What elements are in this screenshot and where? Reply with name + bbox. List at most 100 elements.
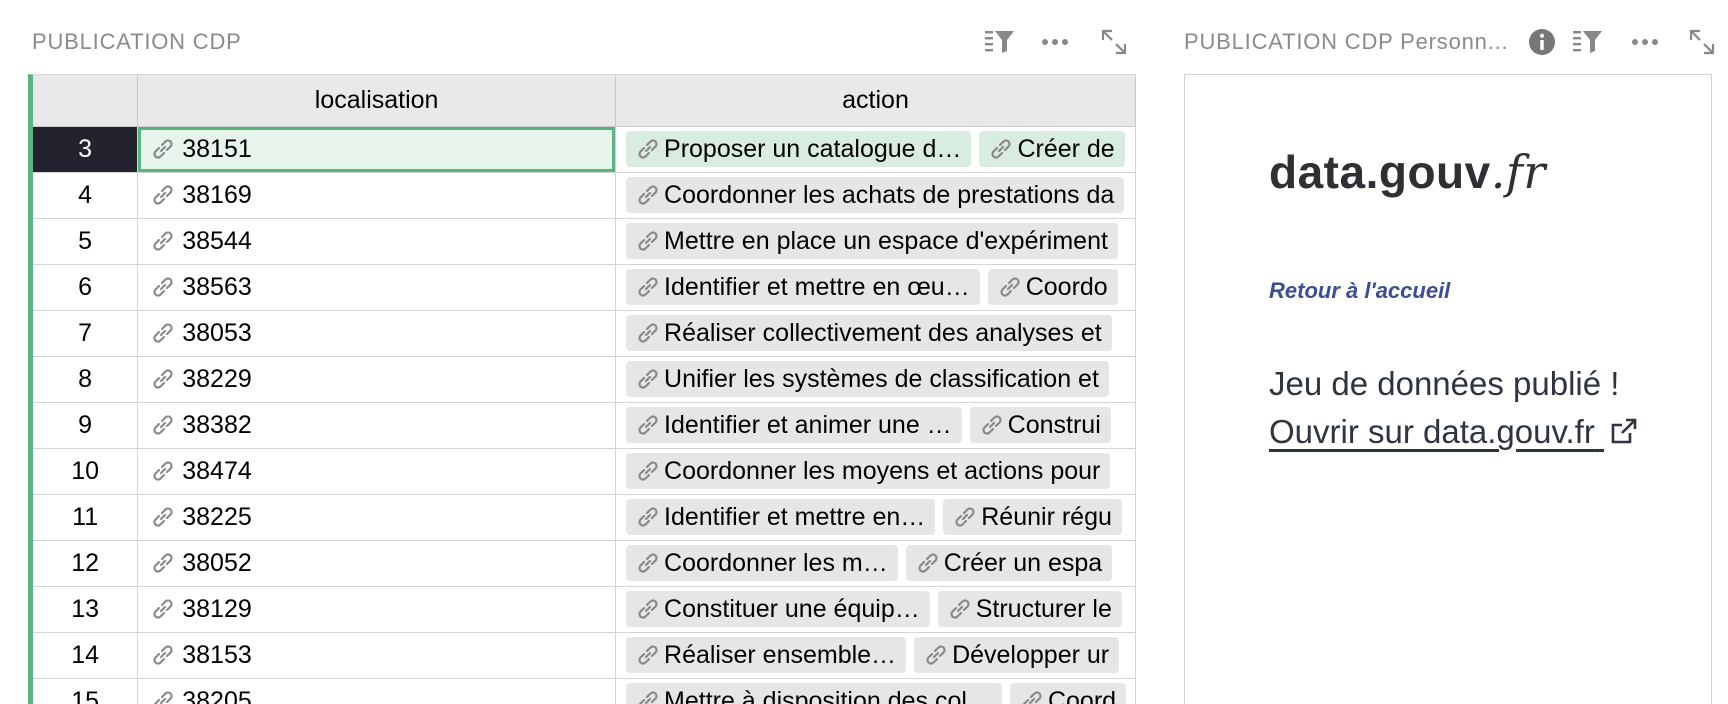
reference-chip[interactable]: Créer un espa [905,545,1113,581]
column-header-localisation[interactable]: localisation [137,75,617,127]
reference-chip[interactable]: Créer de [979,131,1125,167]
action-cell[interactable]: Coordonner les moyens et actions pour [615,448,1136,495]
table-row[interactable]: 14 38153 Réaliser ensemble… Développer ur [33,632,1136,679]
reference-chip[interactable]: Mettre en place un espace d'expériment [626,223,1118,259]
table-row[interactable]: 15 38205 Mettre à disposition des col… Coor… [33,678,1136,704]
reference-chip[interactable]: Coordonner les moyens et actions pour [626,453,1111,489]
action-cell[interactable]: Réaliser collectivement des analyses et [615,310,1136,357]
localisation-cell[interactable]: 38053 [137,310,617,357]
action-cell[interactable]: Mettre à disposition des col… Coord [615,678,1136,704]
action-cell[interactable]: Coordonner les m… Créer un espa [615,540,1136,587]
table-row[interactable]: 11 38225 Identifier et mettre en… Réunir ré… [33,494,1136,541]
publication-message: Jeu de données publié ! Ouvrir sur data.… [1269,360,1649,456]
table-row[interactable]: 8 38229 Unifier les systèmes de classifica… [33,356,1136,403]
table-row[interactable]: 5 38544 Mettre en place un espace d'expéri… [33,218,1136,265]
action-cell[interactable]: Mettre en place un espace d'expériment [615,218,1136,265]
back-to-home-link[interactable]: Retour à l'accueil [1269,278,1450,304]
publication-cdp-widget: PUBLICATION CDP localisation action 3 381… [0,0,1150,704]
reference-chip[interactable]: Identifier et animer une … [626,407,962,443]
more-options-icon[interactable] [1625,22,1665,62]
action-cell[interactable]: Réaliser ensemble… Développer ur [615,632,1136,679]
open-on-data-gouv-link[interactable]: Ouvrir sur data.gouv.fr [1269,413,1638,450]
row-number-cell[interactable]: 7 [33,310,139,357]
localisation-cell[interactable]: 38153 [137,632,617,679]
action-cell[interactable]: Proposer un catalogue d… Créer de [615,126,1136,173]
localisation-cell[interactable]: 38052 [137,540,617,587]
action-cell[interactable]: Identifier et animer une … Construi [615,402,1136,449]
reference-chip[interactable]: Identifier et mettre en… [626,499,936,535]
chip-label: Réunir régu [981,502,1112,531]
data-grid[interactable]: localisation action 3 38151 Proposer un ca… [28,74,1136,704]
reference-chip[interactable]: Réaliser ensemble… [626,637,907,673]
link-icon [634,318,662,348]
reference-chip[interactable]: Unifier les systèmes de classification e… [626,361,1109,397]
table-row[interactable]: 6 38563 Identifier et mettre en œu… Coordo [33,264,1136,311]
chip-label: Mettre en place un espace d'expériment [664,226,1108,255]
row-number-cell[interactable]: 13 [33,586,139,633]
row-number-cell[interactable]: 4 [33,172,139,219]
reference-value: 38053 [148,318,614,348]
reference-chip[interactable]: Proposer un catalogue d… [626,131,972,167]
row-number-cell[interactable]: 6 [33,264,139,311]
action-cell[interactable]: Unifier les systèmes de classification e… [615,356,1136,403]
chip-label: Coordonner les m… [664,548,888,577]
table-row[interactable]: 13 38129 Constituer une équip… Structurer l… [33,586,1136,633]
localisation-cell[interactable]: 38544 [137,218,617,265]
reference-chip[interactable]: Réaliser collectivement des analyses et [626,315,1112,351]
row-number-cell[interactable]: 10 [33,448,139,495]
expand-icon[interactable] [1682,22,1722,62]
localisation-cell[interactable]: 38151 [137,126,617,173]
row-number-cell[interactable]: 15 [33,678,139,704]
row-number-cell[interactable]: 12 [33,540,139,587]
localisation-cell[interactable]: 38169 [137,172,617,219]
reference-chip[interactable]: Coord [1009,683,1127,704]
localisation-cell[interactable]: 38563 [137,264,617,311]
row-number-cell[interactable]: 3 [33,126,139,173]
row-number-cell[interactable]: 9 [33,402,139,449]
reference-chip[interactable]: Construi [969,407,1111,443]
link-icon [634,640,662,670]
reference-chip[interactable]: Identifier et mettre en œu… [626,269,980,305]
expand-icon[interactable] [1094,22,1134,62]
table-row[interactable]: 3 38151 Proposer un catalogue d… Créer de [33,126,1136,173]
localisation-cell[interactable]: 38229 [137,356,617,403]
column-header-action[interactable]: action [615,75,1136,127]
row-number-cell[interactable]: 8 [33,356,139,403]
more-options-icon[interactable] [1035,22,1075,62]
link-icon [148,594,178,624]
table-row[interactable]: 7 38053 Réaliser collectivement des analys… [33,310,1136,357]
chip-label: Coord [1047,686,1117,704]
reference-chip[interactable]: Mettre à disposition des col… [626,683,1002,704]
reference-chip[interactable]: Constituer une équip… [626,591,930,627]
action-cell[interactable]: Identifier et mettre en… Réunir régu [615,494,1136,541]
link-icon [987,134,1015,164]
action-cell[interactable]: Coordonner les achats de prestations da [615,172,1136,219]
chip-label: Coordonner les moyens et actions pour [664,456,1101,485]
table-row[interactable]: 4 38169 Coordonner les achats de prestatio… [33,172,1136,219]
table-row[interactable]: 12 38052 Coordonner les m… Créer un espa [33,540,1136,587]
sort-filter-icon[interactable] [980,22,1020,62]
reference-chip[interactable]: Structurer le [937,591,1122,627]
localisation-cell[interactable]: 38205 [137,678,617,704]
localisation-cell[interactable]: 38474 [137,448,617,495]
localisation-value: 38169 [182,180,252,209]
reference-chip[interactable]: Coordonner les achats de prestations da [626,177,1125,213]
localisation-cell[interactable]: 38225 [137,494,617,541]
table-row[interactable]: 9 38382 Identifier et animer une … Construi [33,402,1136,449]
action-cell[interactable]: Constituer une équip… Structurer le [615,586,1136,633]
reference-chip[interactable]: Réunir régu [943,499,1122,535]
reference-chip[interactable]: Coordo [987,269,1118,305]
sort-filter-icon[interactable] [1568,22,1608,62]
reference-chip[interactable]: Coordonner les m… [626,545,898,581]
reference-chip[interactable]: Développer ur [914,637,1120,673]
row-number-cell[interactable]: 14 [33,632,139,679]
table-row[interactable]: 10 38474 Coordonner les moyens et actions … [33,448,1136,495]
info-icon[interactable] [1522,22,1562,62]
chip-label: Réaliser collectivement des analyses et [664,318,1102,347]
row-number-cell[interactable]: 11 [33,494,139,541]
chip-label: Unifier les systèmes de classification e… [664,364,1099,393]
localisation-cell[interactable]: 38382 [137,402,617,449]
action-cell[interactable]: Identifier et mettre en œu… Coordo [615,264,1136,311]
localisation-cell[interactable]: 38129 [137,586,617,633]
row-number-cell[interactable]: 5 [33,218,139,265]
